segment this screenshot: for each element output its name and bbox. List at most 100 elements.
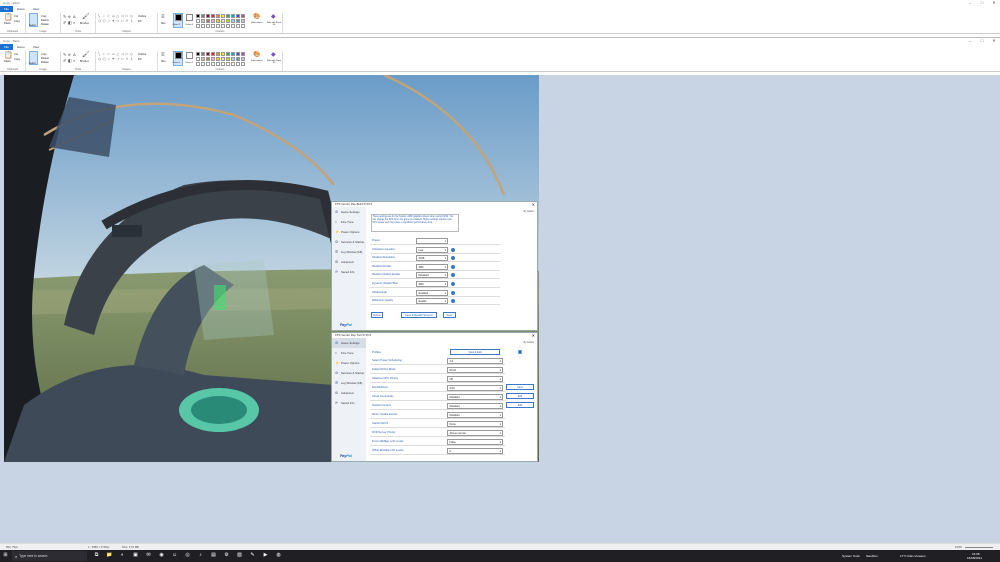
settings-icon[interactable]: ⚙ — [223, 552, 230, 559]
game-icon[interactable]: ▶ — [262, 552, 269, 559]
shape-icon[interactable]: ✦ — [112, 57, 116, 61]
palette-swatch[interactable] — [216, 57, 220, 61]
side-action-button[interactable]: Edit — [506, 402, 534, 408]
copy-button[interactable]: Copy — [14, 58, 20, 61]
shape-icon[interactable]: ▷ — [126, 14, 130, 18]
palette-swatch-empty[interactable] — [226, 24, 230, 28]
resize-button[interactable]: Resize — [41, 57, 49, 60]
info-icon[interactable] — [451, 290, 455, 295]
view-edit-button[interactable]: View & Edit — [450, 349, 500, 355]
palette-swatch[interactable] — [206, 14, 210, 18]
close-button[interactable]: ✕ — [988, 0, 1000, 6]
edit-colours-icon[interactable]: 🎨 — [253, 14, 260, 20]
sidebar-item[interactable]: ⚡ Power Options — [332, 227, 366, 237]
setting-dropdown[interactable]: Disabled ▾ — [416, 272, 448, 279]
shape-icon[interactable]: ╲ — [98, 14, 102, 18]
paste-button[interactable]: Paste — [4, 22, 11, 25]
shape-icon[interactable]: ⇨ — [116, 57, 120, 61]
cut-button[interactable]: Cut — [14, 15, 18, 18]
clock-date[interactable]: 16/08/2021 — [967, 556, 982, 560]
save-restart-button[interactable]: Save & Restart Screens — [401, 312, 437, 318]
palette-swatch[interactable] — [241, 52, 245, 56]
palette-swatch[interactable] — [231, 57, 235, 61]
palette-swatch[interactable] — [211, 57, 215, 61]
size-icon[interactable]: ≡ — [161, 14, 165, 20]
shape-icon[interactable]: ○ — [103, 52, 107, 56]
fill-icon[interactable]: ⟡ — [68, 53, 71, 57]
palette-swatch-empty[interactable] — [206, 62, 210, 66]
info-icon[interactable] — [451, 299, 455, 304]
palette-swatch[interactable] — [241, 14, 245, 18]
pencil-icon[interactable]: ✎ — [63, 53, 66, 57]
rotate-button[interactable]: Rotate — [41, 61, 49, 64]
shape-icon[interactable]: ▷ — [126, 52, 130, 56]
palette-swatch[interactable] — [211, 52, 215, 56]
palette-swatch-empty[interactable] — [231, 24, 235, 28]
close-icon[interactable]: ✕ — [532, 202, 535, 207]
palette-swatch-empty[interactable] — [196, 62, 200, 66]
shape-icon[interactable]: ⬠ — [98, 19, 102, 23]
rotate-button[interactable]: Rotate — [41, 23, 49, 26]
shape-icon[interactable]: ⇩ — [130, 19, 134, 23]
palette-swatch[interactable] — [226, 57, 230, 61]
palette-swatch[interactable] — [216, 19, 220, 23]
brushes-icon[interactable]: 🖌 — [82, 14, 90, 20]
colour2-swatch[interactable] — [186, 52, 193, 59]
steam-icon[interactable]: ◉ — [158, 552, 165, 559]
sidebar-item[interactable]: ⚙ Advanced — [332, 388, 366, 398]
setting-dropdown[interactable]: Disabled ▾ — [447, 403, 503, 409]
palette-swatch-empty[interactable] — [201, 24, 205, 28]
paint-icon[interactable]: ✎ — [249, 552, 256, 559]
cut-button[interactable]: Cut — [14, 53, 18, 56]
colour2-swatch[interactable] — [186, 14, 193, 21]
sidebar-item[interactable]: ⚙ Game Settings — [332, 207, 366, 217]
minimize-button[interactable]: – — [964, 38, 976, 44]
resize-button[interactable]: Resize — [41, 19, 49, 22]
palette-swatch[interactable] — [211, 19, 215, 23]
sidebar-item[interactable]: ≈ Fine Tune — [332, 217, 366, 227]
setting-dropdown[interactable]: Off ▾ — [447, 376, 503, 382]
palette-swatch[interactable] — [201, 14, 205, 18]
shape-icon[interactable]: ⇨ — [116, 19, 120, 23]
palette-swatch[interactable] — [206, 57, 210, 61]
palette-swatch[interactable] — [241, 57, 245, 61]
palette-swatch[interactable] — [226, 19, 230, 23]
setting-dropdown[interactable]: 0.00 ▾ — [447, 385, 503, 391]
palette-swatch[interactable] — [216, 52, 220, 56]
sidebar-item[interactable]: ☰ Log Window (F8) — [332, 247, 366, 257]
palette-swatch[interactable] — [221, 14, 225, 18]
setting-dropdown[interactable]: Disabled ▾ — [447, 412, 503, 418]
eraser-icon[interactable]: ✐ — [63, 59, 66, 63]
taskbar-search[interactable]: ⌕ Type here to search — [12, 551, 87, 561]
palette-swatch-empty[interactable] — [216, 24, 220, 28]
setting-dropdown[interactable]: ▾ — [416, 238, 448, 244]
zoom-slider[interactable] — [965, 547, 993, 548]
palette-swatch[interactable] — [221, 19, 225, 23]
delete-button[interactable]: Delete — [371, 312, 383, 318]
sidebar-item[interactable]: ☰ Log Window (F8) — [332, 378, 366, 388]
info-icon[interactable] — [451, 247, 455, 252]
side-action-button[interactable]: Save — [506, 384, 534, 390]
eraser-icon[interactable]: ✐ — [63, 21, 66, 25]
palette-swatch[interactable] — [216, 14, 220, 18]
palette-swatch[interactable] — [236, 52, 240, 56]
paint3d-icon[interactable]: ◆ — [271, 14, 276, 20]
tray-label-system-tools[interactable]: System Tools — [842, 554, 860, 558]
size-icon[interactable]: ≡ — [161, 52, 165, 58]
info-icon[interactable] — [451, 282, 455, 286]
fill-icon[interactable]: ⟡ — [68, 15, 71, 19]
palette-swatch[interactable] — [211, 14, 215, 18]
palette-swatch[interactable] — [196, 14, 200, 18]
paypal-logo[interactable]: PayPal — [340, 323, 352, 327]
palette-swatch-empty[interactable] — [236, 62, 240, 66]
palette-swatch-empty[interactable] — [221, 62, 225, 66]
shape-icon[interactable]: ⇧ — [126, 19, 130, 23]
setting-dropdown[interactable]: Disabled ▾ — [447, 394, 503, 400]
outline-button[interactable]: Outline — [138, 15, 146, 18]
browser-icon[interactable]: ◍ — [275, 552, 282, 559]
shape-icon[interactable]: ◇ — [130, 14, 134, 18]
magnifier-icon[interactable]: ⌕ — [73, 59, 75, 63]
side-action-button[interactable]: Edit — [506, 393, 534, 399]
task-view-icon[interactable]: ⧉ — [93, 552, 100, 559]
magnifier-icon[interactable]: ⌕ — [73, 21, 75, 25]
